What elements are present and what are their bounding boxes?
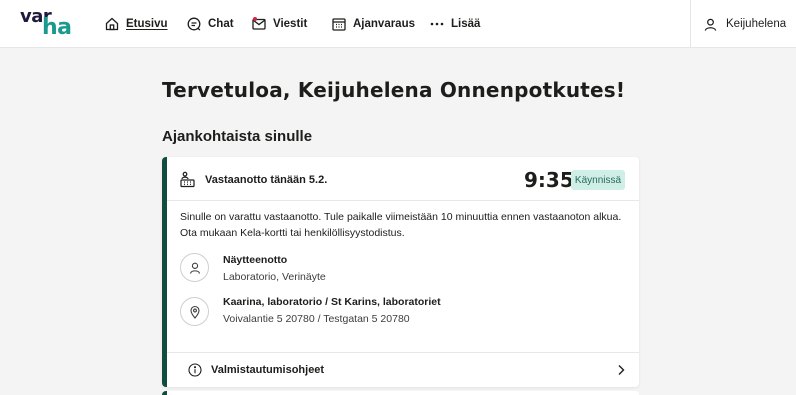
appointment-instructions: Sinulle on varattu vastaanotto. Tule pai… [180, 211, 622, 239]
home-icon [105, 17, 119, 31]
chat-icon [187, 17, 201, 31]
person-icon-circle [180, 253, 209, 282]
location-name: Kaarina, laboratorio / St Karins, labora… [223, 296, 441, 308]
varha-logo[interactable]: var ha [20, 6, 76, 42]
section-title: Ajankohtaista sinulle [162, 128, 313, 145]
nav-label-chat: Chat [208, 18, 234, 30]
preparation-instructions-link[interactable]: Valmistautumisohjeet [167, 352, 639, 387]
nav-label-lisaa: Lisää [451, 18, 481, 30]
location-address: Voivalantie 5 20780 / Testgatan 5 20780 [223, 313, 410, 325]
appointment-time: 9:35 [524, 168, 574, 192]
page-title: Tervetuloa, Keijuhelena Onnenpotkutes! [162, 78, 626, 102]
nav-label-etusivu: Etusivu [126, 18, 168, 30]
preparation-instructions-label: Valmistautumisohjeet [211, 364, 325, 376]
nav-label-viestit: Viestit [273, 18, 308, 30]
appointment-card[interactable]: Vastaanotto tänään 5.2. 9:35 Käynnissä S… [162, 157, 639, 387]
next-card-peek [162, 391, 639, 395]
message-icon [252, 17, 266, 30]
location-icon [189, 305, 200, 319]
info-icon [188, 363, 202, 377]
service-name: Näytteenotto [223, 254, 288, 266]
appointment-card-header: Vastaanotto tänään 5.2. 9:35 Käynnissä [167, 157, 639, 201]
nav-item-ajanvaraus[interactable]: Ajanvaraus [331, 14, 415, 34]
nav-item-etusivu[interactable]: Etusivu [104, 14, 168, 34]
location-row: Kaarina, laboratorio / St Karins, labora… [180, 295, 441, 329]
logo-text-ha: ha [42, 15, 72, 40]
location-icon-circle [180, 297, 209, 326]
appointment-icon [180, 171, 195, 188]
more-icon [430, 22, 444, 26]
user-name: Keijuhelena [726, 18, 787, 30]
status-badge: Käynnissä [571, 170, 625, 190]
top-navigation: var ha Etusivu Chat Viestit Ajanvaraus L… [0, 0, 796, 48]
chevron-right-icon [618, 365, 625, 375]
service-row: Näytteenotto Laboratorio, Verinäyte [180, 253, 326, 287]
calendar-icon [332, 18, 346, 31]
user-icon [704, 18, 717, 31]
person-icon [189, 262, 200, 274]
nav-item-lisaa[interactable]: Lisää [429, 14, 480, 34]
appointment-title: Vastaanotto tänään 5.2. [205, 174, 328, 186]
nav-item-viestit[interactable]: Viestit [251, 14, 307, 34]
service-detail: Laboratorio, Verinäyte [223, 271, 326, 283]
user-menu[interactable]: Keijuhelena [690, 0, 796, 48]
nav-label-ajanvaraus: Ajanvaraus [353, 18, 416, 30]
nav-item-chat[interactable]: Chat [186, 14, 234, 34]
